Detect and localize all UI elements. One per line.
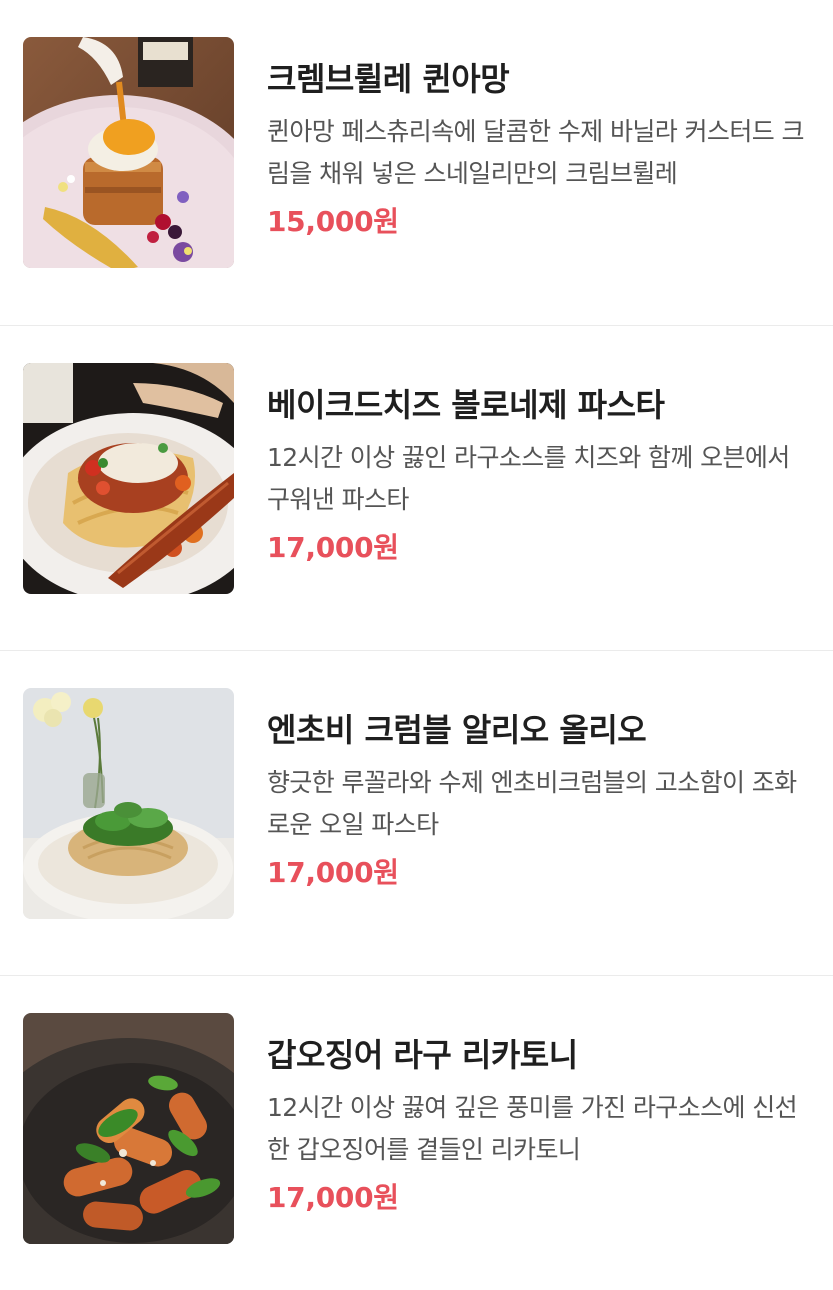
menu-item-aglio-olio[interactable]: 엔초비 크럼블 알리오 올리오 향긋한 루꼴라와 수제 엔초비크럼블의 고소함이… — [0, 650, 833, 975]
menu-item-price: 15,000원 — [267, 205, 399, 238]
menu-item-description: 퀸아망 페스츄리속에 달콤한 수제 바닐라 커스터드 크림을 채워 넣은 스네일… — [267, 117, 804, 188]
bolognese-pasta-photo-icon — [23, 363, 234, 594]
menu-item-rigatoni[interactable]: 갑오징어 라구 리카토니 12시간 이상 끓여 깊은 풍미를 가진 라구소스에 … — [0, 975, 833, 1290]
menu-item-photo — [23, 37, 234, 268]
menu-item-info: 엔초비 크럼블 알리오 올리오 향긋한 루꼴라와 수제 엔초비크럼블의 고소함이… — [267, 688, 812, 893]
menu-list: 크렘브륄레 퀸아망 퀸아망 페스츄리속에 달콤한 수제 바닐라 커스터드 크림을… — [0, 0, 833, 1290]
menu-item-photo — [23, 1013, 234, 1244]
menu-item-description: 향긋한 루꼴라와 수제 엔초비크럼블의 고소함이 조화로운 오일 파스타 — [267, 768, 797, 839]
menu-item-photo — [23, 363, 234, 594]
menu-item-photo — [23, 688, 234, 919]
menu-item-info: 크렘브륄레 퀸아망 퀸아망 페스츄리속에 달콤한 수제 바닐라 커스터드 크림을… — [267, 37, 812, 242]
menu-item-description: 12시간 이상 끓여 깊은 풍미를 가진 라구소스에 신선한 갑오징어를 곁들인… — [267, 1093, 798, 1164]
menu-item-name: 베이크드치즈 볼로네제 파스타 — [267, 386, 665, 424]
menu-item-price: 17,000원 — [267, 856, 399, 889]
menu-item-price: 17,000원 — [267, 531, 399, 564]
menu-item-price: 17,000원 — [267, 1181, 399, 1214]
creme-brulee-photo-icon — [23, 37, 234, 268]
menu-item-info: 베이크드치즈 볼로네제 파스타 12시간 이상 끓인 라구소스를 치즈와 함께 … — [267, 363, 812, 568]
menu-item-bolognese[interactable]: 베이크드치즈 볼로네제 파스타 12시간 이상 끓인 라구소스를 치즈와 함께 … — [0, 325, 833, 650]
menu-item-creme-brulee[interactable]: 크렘브륄레 퀸아망 퀸아망 페스츄리속에 달콤한 수제 바닐라 커스터드 크림을… — [0, 0, 833, 325]
menu-item-name: 크렘브륄레 퀸아망 — [267, 60, 510, 98]
aglio-olio-photo-icon — [23, 688, 234, 919]
cuttlefish-rigatoni-photo-icon — [23, 1013, 234, 1244]
menu-item-info: 갑오징어 라구 리카토니 12시간 이상 끓여 깊은 풍미를 가진 라구소스에 … — [267, 1013, 812, 1218]
menu-item-name: 갑오징어 라구 리카토니 — [267, 1036, 578, 1074]
menu-item-name: 엔초비 크럼블 알리오 올리오 — [267, 711, 647, 749]
menu-item-description: 12시간 이상 끓인 라구소스를 치즈와 함께 오븐에서 구워낸 파스타 — [267, 443, 790, 514]
